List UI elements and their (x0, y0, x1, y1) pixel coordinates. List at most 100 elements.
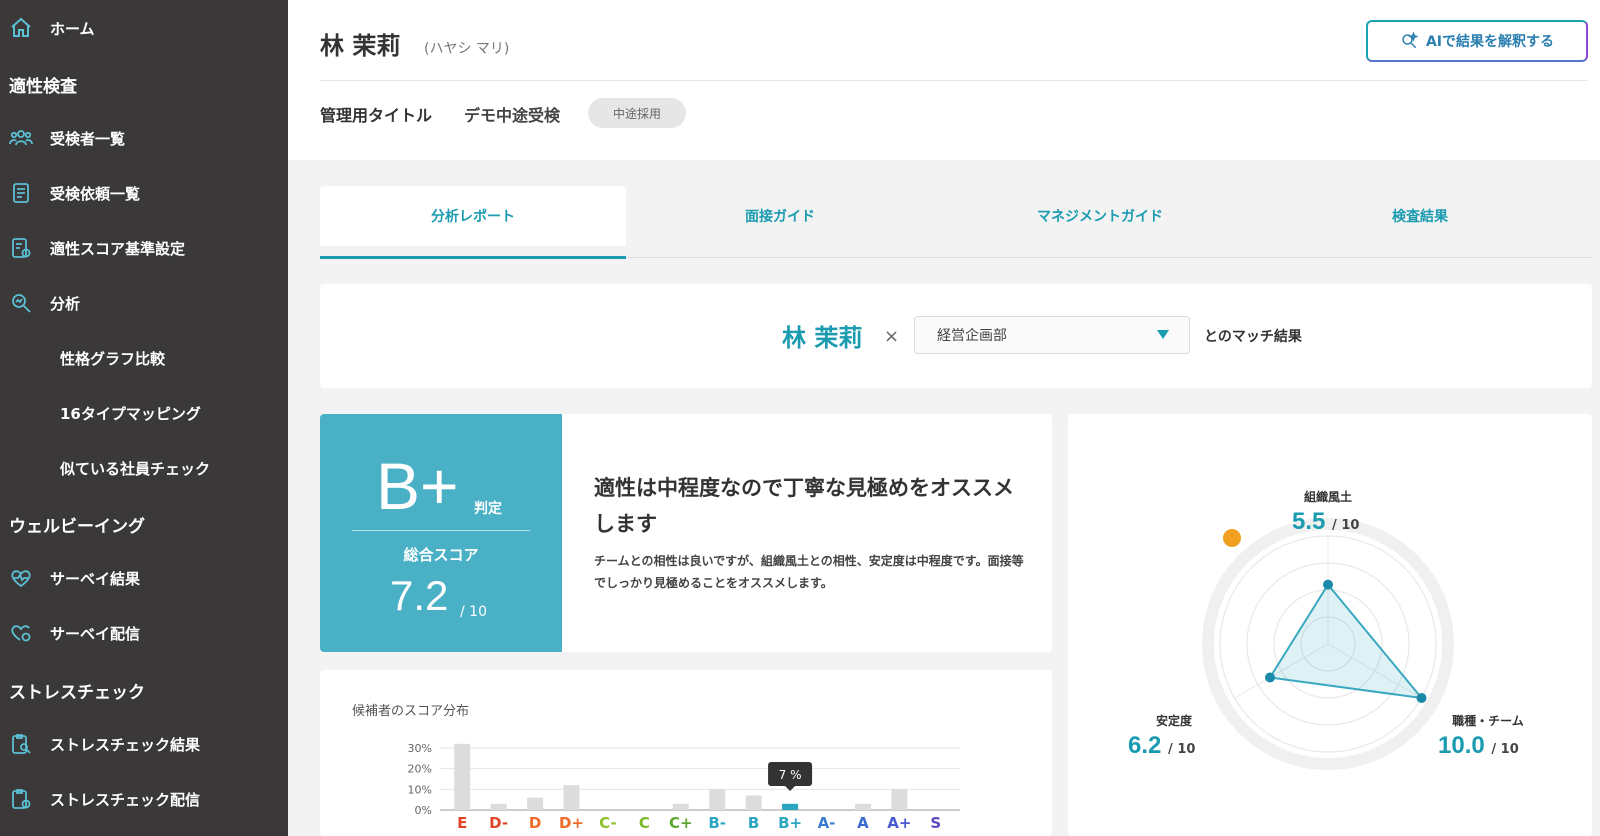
nav-stress-results[interactable]: ストレスチェック結果 (0, 724, 288, 764)
radar-value-stability-number: 6.2 (1128, 732, 1162, 759)
clipboard-gear-icon (8, 786, 34, 812)
tooltip-pointer (785, 786, 796, 791)
verdict-description: チームとの相性は良いですが、組織風土との相性、安定度は中程度です。面接等でしっか… (594, 554, 1024, 590)
sidebar: ホーム 適性検査 受検者一覧 受検依頼一覧 適性スコア基準設定 分析 性格グラフ… (0, 0, 288, 836)
admin-title-label: 管理用タイトル (320, 106, 433, 125)
radar-card: 組織風土 5.5 / 10 職種・チーム 10.0 / 10 安定度 6.2 /… (1068, 414, 1592, 836)
total-score-value: 7.2 (390, 572, 449, 619)
orange-dot-marker (1223, 529, 1241, 547)
nav-survey-send-label: サーベイ配信 (50, 624, 141, 643)
total-score-label: 総合スコア (403, 546, 479, 564)
x-tick-label: C+ (669, 814, 693, 832)
radar-value-culture-max: / 10 (1332, 518, 1360, 533)
radar-point (1323, 579, 1333, 590)
nav-analysis[interactable]: 分析 (0, 283, 288, 323)
x-tick-label: A- (818, 814, 836, 832)
radar-value-team: 10.0 / 10 (1438, 732, 1519, 760)
x-tick-label: D (529, 814, 541, 832)
tab-test-results[interactable]: 検査結果 (1290, 186, 1550, 246)
nav-examinee-list-label: 受検者一覧 (50, 129, 126, 148)
nav-home[interactable]: ホーム (0, 8, 288, 48)
nav-personality-compare[interactable]: 性格グラフ比較 (60, 348, 165, 369)
radar-point (1265, 672, 1276, 683)
section-aptitude: 適性検査 (9, 77, 77, 97)
x-tick-label: C (639, 814, 650, 832)
bar-D+ (563, 785, 580, 810)
nav-16type-mapping[interactable]: 16タイプマッピング (60, 403, 201, 424)
distribution-chart: 30% 20% 10% 0% E D- D D+ C- C C+ B- B B+ 7 % A- A A+ S (408, 742, 960, 832)
bar-B (745, 795, 762, 810)
tab-interview-guide[interactable]: 面接ガイド (650, 186, 910, 246)
users-icon (8, 125, 34, 151)
bar-A (854, 803, 871, 810)
nav-survey-results[interactable]: サーベイ結果 (0, 558, 288, 598)
heart-pulse-icon (8, 565, 34, 591)
times-sign: × (884, 326, 900, 347)
nav-score-settings[interactable]: 適性スコア基準設定 (0, 228, 288, 268)
tab-management-guide[interactable]: マネジメントガイド (970, 186, 1230, 246)
x-tick-label: B (748, 814, 759, 832)
bar-D (527, 797, 544, 810)
verdict-heading: 適性は中程度なので丁寧な見極めをオススメします (594, 476, 1014, 536)
bar-E (454, 743, 471, 810)
nav-similar-employee[interactable]: 似ている社員チェック (60, 458, 210, 479)
bar-D- (490, 803, 507, 810)
radar-value-team-number: 10.0 (1438, 732, 1485, 759)
tab-analysis-report[interactable]: 分析レポート (320, 186, 626, 246)
grade-tag: 判定 (474, 501, 502, 517)
bar-B+ (782, 803, 799, 810)
radar-value-culture-number: 5.5 (1292, 508, 1326, 535)
clipboard-search-icon (8, 731, 34, 757)
nav-survey-send[interactable]: サーベイ配信 (0, 613, 288, 653)
page-header: 林 茉莉 (ハヤシ マリ) AIで結果を解釈する 管理用タイトル デモ中途受検 … (288, 0, 1600, 160)
x-tick-label: D+ (559, 814, 584, 832)
grade-value: B+ (376, 449, 459, 523)
bar-A+ (891, 789, 908, 810)
section-stress: ストレスチェック (9, 683, 145, 703)
admin-title-value: デモ中途受検 (464, 106, 561, 125)
total-score-max: / 10 (460, 604, 487, 620)
nav-score-settings-label: 適性スコア基準設定 (50, 239, 186, 258)
radar-axis-label-culture: 組織風土 (1303, 490, 1352, 504)
radar-axis-label-stability: 安定度 (1155, 714, 1192, 728)
nav-request-list[interactable]: 受検依頼一覧 (0, 173, 288, 213)
heart-gear-icon (8, 620, 34, 646)
ai-interpret-button[interactable]: AIで結果を解釈する (1366, 20, 1588, 62)
caret-down-icon (1157, 330, 1169, 339)
document-icon (8, 180, 34, 206)
tabs-divider (626, 257, 1592, 258)
ai-sparkle-icon (1402, 32, 1418, 49)
nav-stress-send-label: ストレスチェック配信 (50, 790, 201, 809)
grade-divider (352, 530, 530, 531)
nav-request-list-label: 受検依頼一覧 (50, 184, 141, 203)
match-examinee-name: 林 茉莉 (782, 324, 863, 352)
x-tick-label: A (857, 814, 869, 832)
active-tab-indicator (320, 256, 626, 259)
x-tick-label: C- (599, 814, 617, 832)
department-select[interactable]: 経営企画部 (914, 316, 1190, 354)
x-tick-label: B- (708, 814, 726, 832)
home-icon (8, 15, 34, 41)
nav-survey-results-label: サーベイ結果 (50, 569, 141, 588)
examinee-kana: (ハヤシ マリ) (424, 41, 510, 57)
distribution-card: 候補者のスコア分布 30% 20% 10% 0% E D- D D+ C- C C+ B- B B+ 7 %… (320, 670, 1052, 836)
x-tick-label: S (930, 814, 941, 832)
y-tick-label: 30% (408, 742, 432, 755)
hiring-type-badge: 中途採用 (588, 98, 686, 128)
match-result-label: とのマッチ結果 (1204, 329, 1302, 345)
x-tick-label: A+ (887, 814, 911, 832)
nav-stress-send[interactable]: ストレスチェック配信 (0, 779, 288, 819)
nav-analysis-label: 分析 (50, 294, 81, 313)
nav-examinee-list[interactable]: 受検者一覧 (0, 118, 288, 158)
settings-document-icon (8, 235, 34, 261)
radar-value-stability-max: / 10 (1168, 742, 1196, 757)
radar-chart (1202, 518, 1454, 770)
bar-B- (709, 789, 726, 810)
nav-home-label: ホーム (50, 19, 95, 38)
grade-box: B+ 判定 総合スコア 7.2 / 10 (320, 414, 562, 652)
bar-C+ (672, 803, 689, 810)
x-tick-label: D- (489, 814, 508, 832)
radar-value-team-max: / 10 (1491, 742, 1519, 757)
header-divider (320, 80, 1588, 81)
match-card: 林 茉莉 × 経営企画部 とのマッチ結果 (320, 284, 1592, 388)
